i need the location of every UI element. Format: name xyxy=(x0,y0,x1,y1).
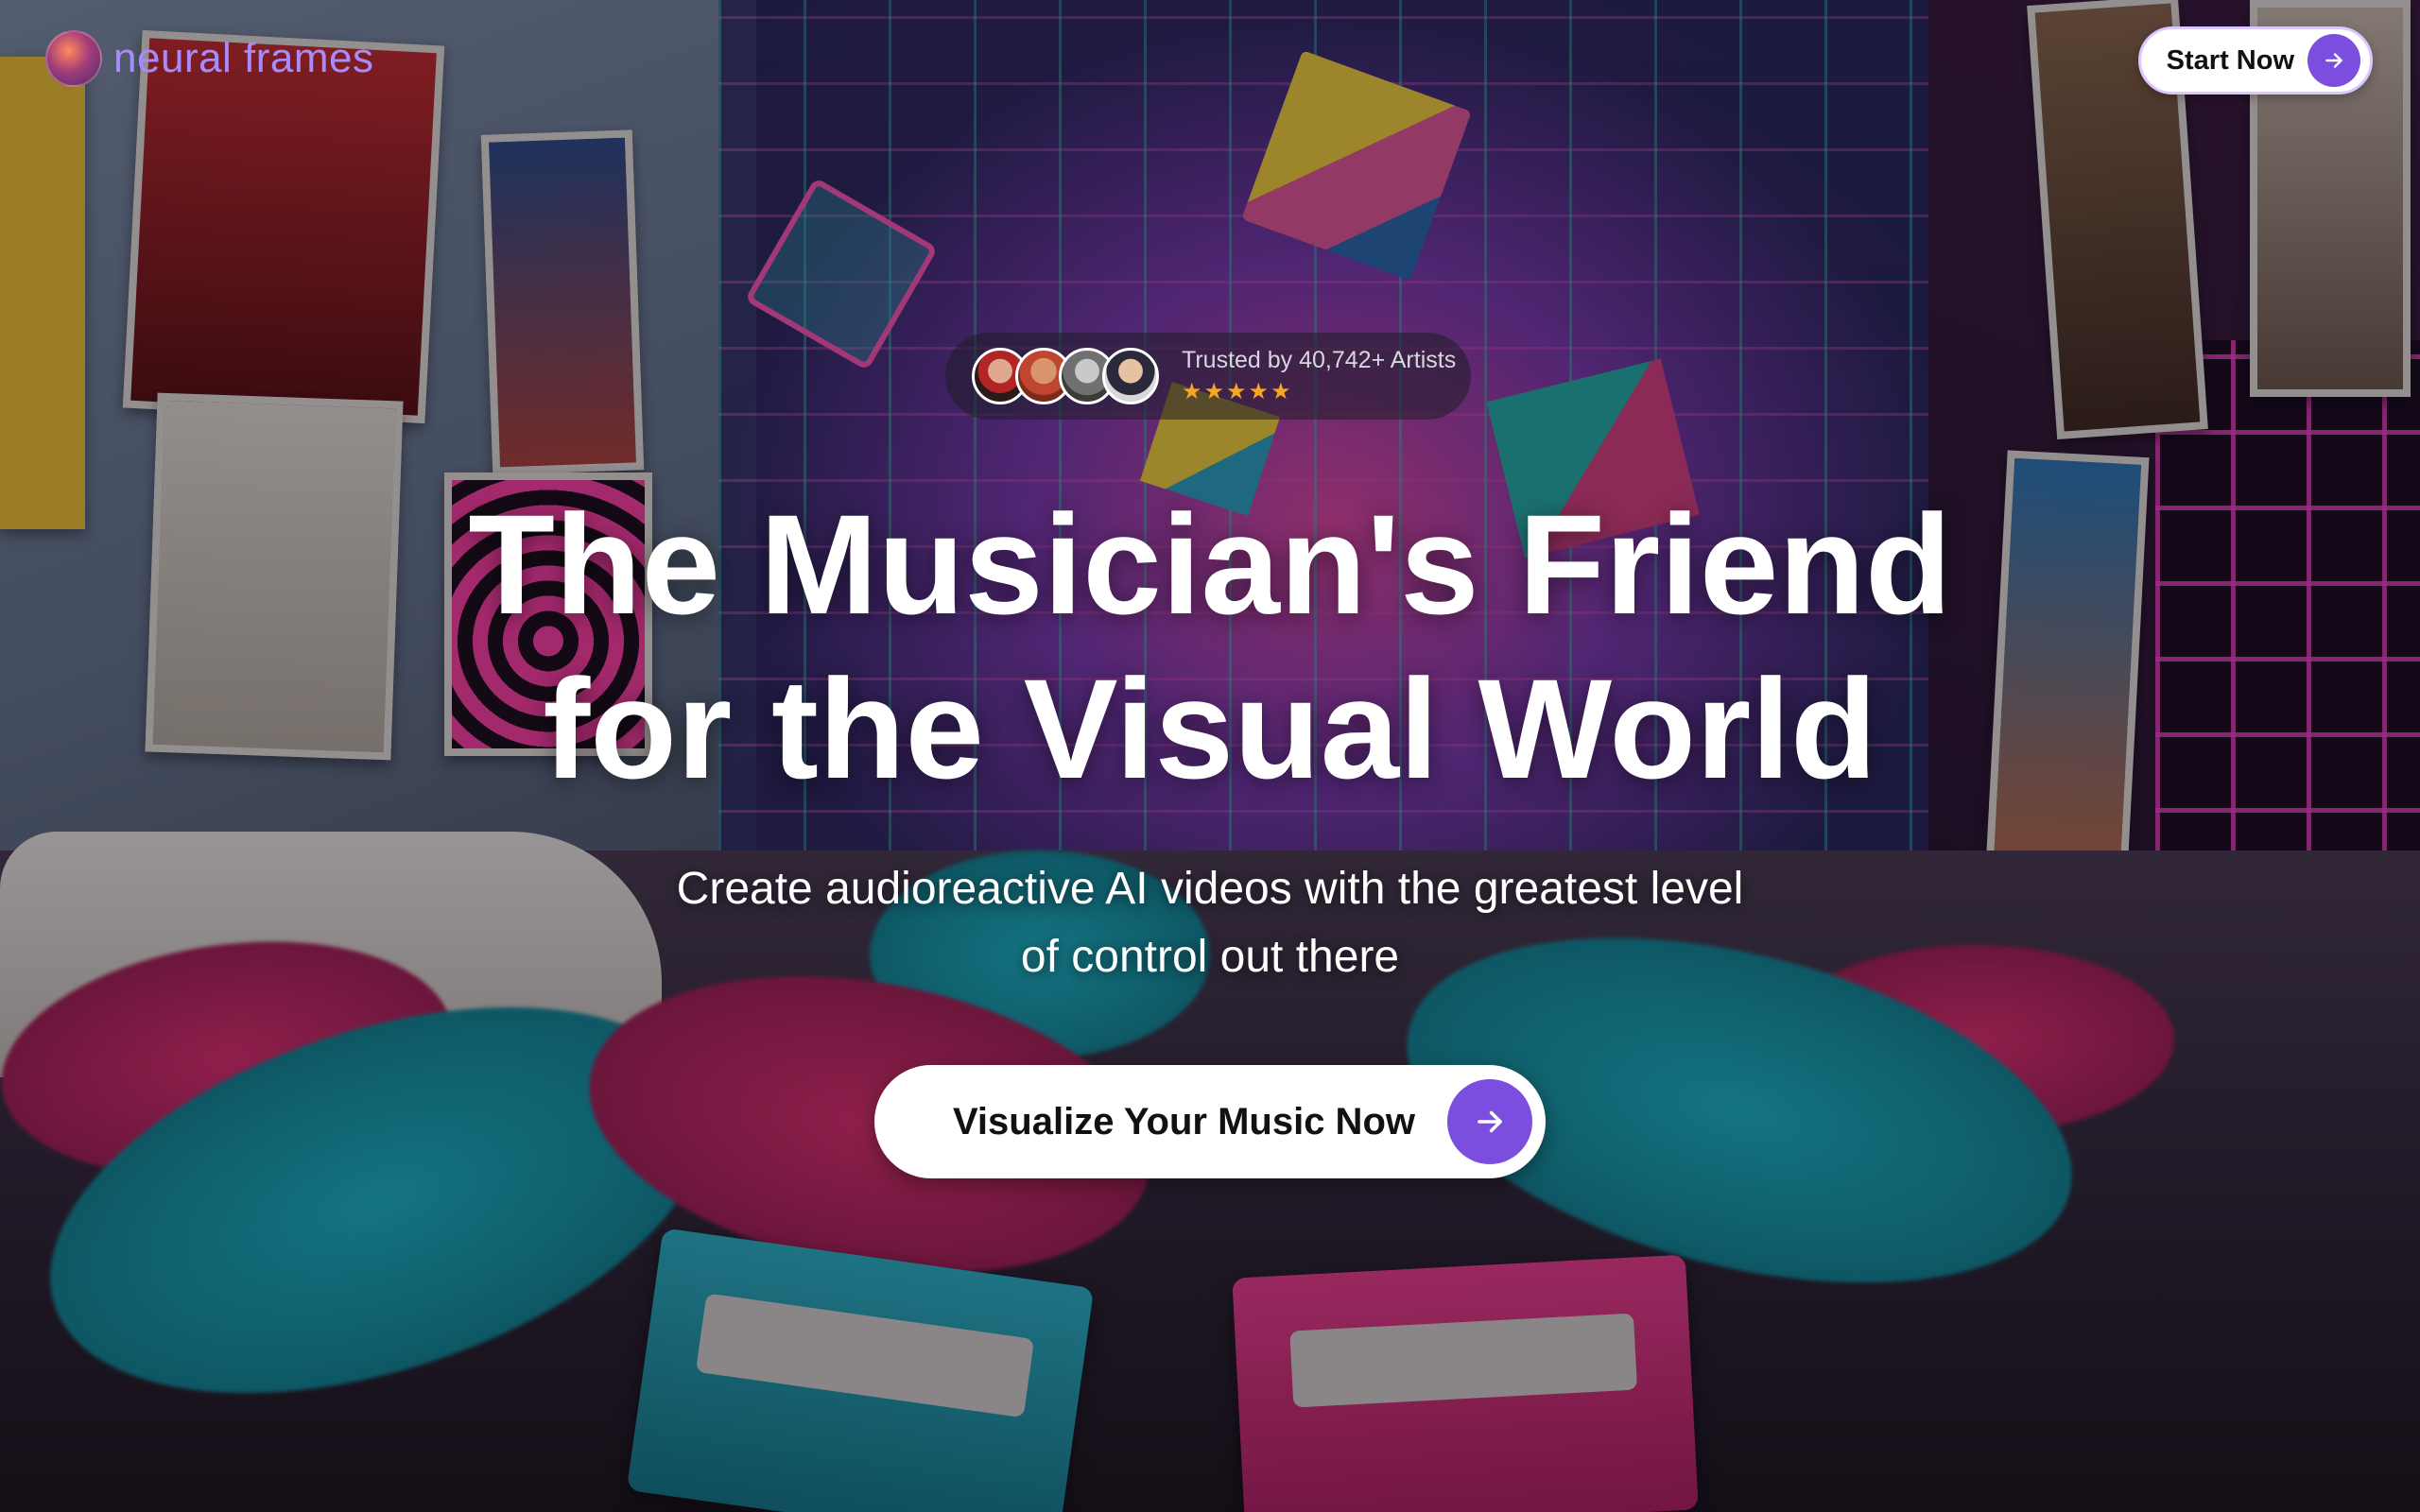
start-now-label: Start Now xyxy=(2166,44,2294,76)
hero-headline-line1: The Musician's Friend xyxy=(468,485,1952,644)
hero-subheadline-line1: Create audioreactive AI videos with the … xyxy=(676,864,1744,914)
hero-headline: The Musician's Friend for the Visual Wor… xyxy=(0,482,2420,811)
hero-subheadline: Create audioreactive AI videos with the … xyxy=(0,855,2420,991)
start-now-button[interactable]: Start Now xyxy=(2138,26,2373,94)
arrow-right-icon xyxy=(2308,34,2360,87)
hero-subheadline-line2: of control out there xyxy=(1020,932,1400,982)
star-rating-icon: ★★★★★ xyxy=(1182,379,1293,404)
trust-badge: Trusted by 40,742+ Artists ★★★★★ xyxy=(945,333,1471,420)
neural-frames-logo-icon xyxy=(45,30,102,87)
artist-avatar-group xyxy=(972,348,1159,404)
trust-text: Trusted by 40,742+ Artists ★★★★★ xyxy=(1182,347,1456,405)
brand-name: neural frames xyxy=(113,35,374,81)
arrow-right-icon xyxy=(1447,1079,1532,1164)
visualize-music-button[interactable]: Visualize Your Music Now xyxy=(874,1065,1546,1178)
visualize-music-label: Visualize Your Music Now xyxy=(952,1100,1415,1143)
hero-section: neural frames Start Now Trusted by 40,74… xyxy=(0,0,2420,1512)
avatar xyxy=(1102,348,1159,404)
hero-headline-line2: for the Visual World xyxy=(543,649,1877,808)
trusted-by-label: Trusted by 40,742+ Artists xyxy=(1182,347,1457,373)
brand-logo-link[interactable]: neural frames xyxy=(45,30,374,87)
